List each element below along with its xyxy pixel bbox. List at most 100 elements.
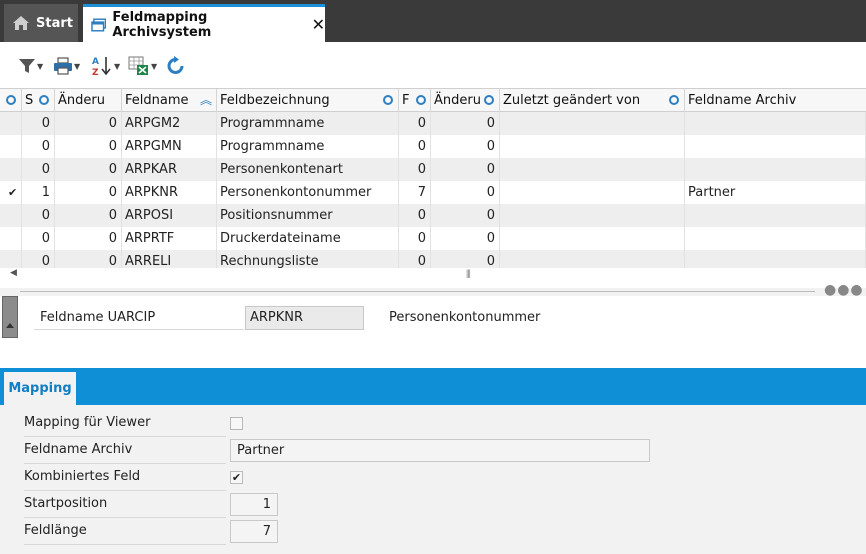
header-label: F: [402, 93, 410, 108]
header-label: Änderu: [434, 93, 481, 108]
column-menu-icon[interactable]: [6, 95, 16, 105]
excel-export-icon: [128, 56, 148, 75]
viewer-checkbox[interactable]: [230, 417, 243, 430]
print-button[interactable]: ▼: [53, 54, 80, 78]
cell-aenderu: 0: [55, 112, 122, 135]
row-marker: [0, 227, 22, 250]
scroll-grip[interactable]: ⦀: [466, 268, 471, 282]
table-row[interactable]: 0 0 ARPOSI Positionsnummer 0 0: [0, 204, 866, 227]
cell-feldname-archiv: [685, 135, 866, 158]
table-row[interactable]: 0 0 ARPKAR Personenkontenart 0 0: [0, 158, 866, 181]
column-menu-icon[interactable]: [669, 95, 679, 105]
header-aenderu-2[interactable]: Änderu: [431, 89, 500, 112]
header-f[interactable]: F: [399, 89, 431, 112]
chevron-down-icon: ▼: [151, 61, 158, 71]
print-icon: [54, 57, 72, 75]
row-marker: [0, 158, 22, 181]
header-select[interactable]: [0, 89, 22, 112]
cell-zuletzt: [500, 158, 685, 181]
startpos-label: Startposition: [24, 496, 108, 511]
tab-bar: Start Feldmapping Archivsystem ✕: [0, 0, 866, 42]
cell-aenderu: 0: [55, 204, 122, 227]
grid-header: S Änderu Feldname ︽ Feldbezeichnung F Än…: [0, 88, 866, 112]
cell-zuletzt: [500, 181, 685, 204]
collapse-handle[interactable]: [2, 296, 18, 338]
tab-start[interactable]: Start: [4, 4, 78, 42]
cell-s: 0: [22, 227, 55, 250]
sort-asc-icon[interactable]: ︽: [200, 89, 212, 112]
kombiniert-checkbox[interactable]: ✔: [230, 471, 243, 484]
cell-zuletzt: [500, 227, 685, 250]
table-row[interactable]: 0 0 ARPGM2 Programmname 0 0: [0, 112, 866, 135]
kombiniert-row: Kombiniertes Feld: [24, 465, 226, 491]
header-feldbezeichnung[interactable]: Feldbezeichnung: [217, 89, 399, 112]
cell-feldname: ARPOSI: [122, 204, 217, 227]
cell-feldname-archiv: [685, 112, 866, 135]
svg-text:A: A: [92, 57, 99, 67]
tab-feldmapping[interactable]: Feldmapping Archivsystem ✕: [83, 4, 325, 42]
column-menu-icon[interactable]: [416, 95, 426, 105]
laenge-row: Feldlänge: [24, 519, 226, 545]
cell-zuletzt: [500, 135, 685, 158]
column-menu-icon[interactable]: [39, 95, 49, 105]
cell-f: 0: [399, 204, 431, 227]
refresh-button[interactable]: [165, 54, 187, 78]
cell-aenderu: 0: [55, 158, 122, 181]
column-menu-icon[interactable]: [383, 95, 393, 105]
cell-feldname-archiv: [685, 227, 866, 250]
filter-icon: [19, 59, 35, 73]
archiv-input[interactable]: Partner: [230, 439, 650, 462]
column-menu-icon[interactable]: [484, 95, 494, 105]
chevron-down-icon: ▼: [114, 61, 121, 71]
chevron-down-icon: ▼: [74, 61, 81, 71]
header-feldname[interactable]: Feldname ︽: [122, 89, 217, 112]
cell-aenderu-2: 0: [431, 158, 500, 181]
tab-start-label: Start: [36, 15, 73, 31]
divider: [34, 329, 244, 330]
header-s[interactable]: S: [22, 89, 55, 112]
cell-feldbezeichnung: Programmname: [217, 135, 399, 158]
viewer-label: Mapping für Viewer: [24, 415, 151, 430]
table-row[interactable]: ✔ 1 0 ARPKNR Personenkontonummer 7 0 Partner: [0, 181, 866, 204]
scroll-left-icon[interactable]: ◀: [10, 268, 17, 278]
splitter[interactable]: ●●●: [0, 282, 866, 298]
refresh-icon: [167, 56, 184, 74]
header-label: Änderu: [58, 93, 105, 108]
data-grid: S Änderu Feldname ︽ Feldbezeichnung F Än…: [0, 88, 866, 288]
toolbar: ▼ ▼ A Z ▼ ▼: [0, 42, 866, 88]
mapping-tab-bar: Mapping: [0, 368, 866, 405]
table-row[interactable]: 0 0 ARPRTF Druckerdateiname 0 0: [0, 227, 866, 250]
row-marker: [0, 204, 22, 227]
excel-export-button[interactable]: ▼: [128, 54, 157, 78]
laenge-input[interactable]: 7: [230, 520, 278, 543]
cell-s: 1: [22, 181, 55, 204]
cell-feldbezeichnung: Personenkontonummer: [217, 181, 399, 204]
close-icon[interactable]: ✕: [312, 15, 325, 34]
filter-button[interactable]: ▼: [18, 54, 43, 78]
laenge-label: Feldlänge: [24, 523, 87, 538]
splitter-line: [20, 291, 815, 292]
header-aenderu[interactable]: Änderu: [55, 89, 122, 112]
header-label: Feldname: [125, 93, 189, 108]
feldname-label: Feldname UARCIP: [40, 310, 156, 325]
cell-feldbezeichnung: Personenkontenart: [217, 158, 399, 181]
sort-button[interactable]: A Z ▼: [91, 54, 120, 78]
cell-feldbezeichnung: Druckerdateiname: [217, 227, 399, 250]
horizontal-scrollbar[interactable]: ◀ ⦀: [0, 268, 866, 284]
table-row[interactable]: 0 0 ARPGMN Programmname 0 0: [0, 135, 866, 158]
cell-feldbezeichnung: Programmname: [217, 112, 399, 135]
tab-mapping[interactable]: Mapping: [4, 372, 76, 405]
cell-aenderu-2: 0: [431, 227, 500, 250]
cell-aenderu: 0: [55, 135, 122, 158]
row-marker: [0, 112, 22, 135]
feldname-description: Personenkontonummer: [389, 310, 541, 325]
header-feldname-archiv[interactable]: Feldname Archiv: [685, 89, 866, 112]
cell-feldname-archiv: [685, 158, 866, 181]
header-zuletzt[interactable]: Zuletzt geändert von: [500, 89, 685, 112]
cell-feldname: ARPGM2: [122, 112, 217, 135]
cell-f: 0: [399, 158, 431, 181]
cell-s: 0: [22, 135, 55, 158]
startpos-input[interactable]: 1: [230, 493, 278, 516]
cell-feldname: ARPGMN: [122, 135, 217, 158]
detail-panel: Feldname UARCIP ARPKNR Personenkontonumm…: [0, 296, 866, 368]
